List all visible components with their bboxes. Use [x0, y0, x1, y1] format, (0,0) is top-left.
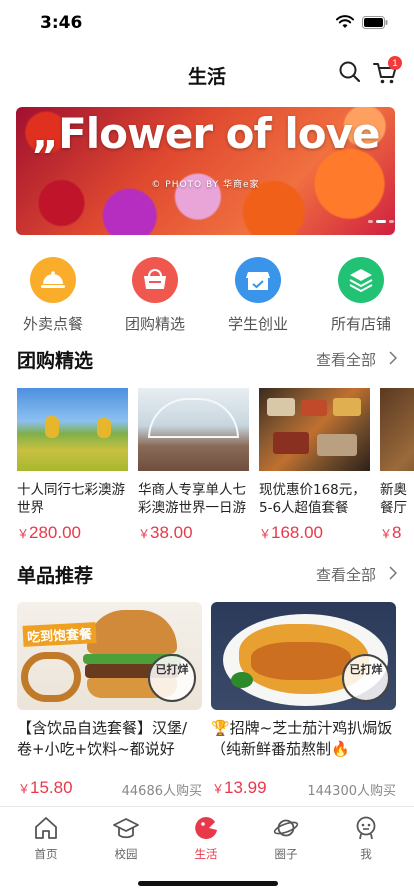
- category-group-buy[interactable]: 团购精选: [105, 257, 205, 334]
- food-tray: [267, 398, 295, 416]
- group-buy-card[interactable]: 现优惠价168元，5-6人超值套餐 ￥168.00: [259, 388, 370, 543]
- products-see-all[interactable]: 查看全部: [316, 564, 376, 585]
- home-icon: [35, 817, 57, 839]
- group-buy-card[interactable]: 十人同行七彩澳游世界 ￥280.00: [17, 388, 128, 543]
- tab-me[interactable]: 我: [336, 815, 396, 862]
- status-time: 3:46: [40, 13, 83, 33]
- group-buy-price: ￥38.00: [138, 523, 193, 542]
- category-label: 外卖点餐: [22, 315, 83, 333]
- product-image: 已打烊: [211, 602, 396, 710]
- layers-icon: [338, 257, 384, 303]
- food-tray: [273, 432, 309, 454]
- tab-life[interactable]: 生活: [176, 815, 236, 862]
- category-label: 团购精选: [124, 315, 185, 333]
- tab-label: 生活: [194, 847, 218, 861]
- product-image: 吃到饱套餐 已打烊: [17, 602, 202, 710]
- product-sold-count: 144300人购买: [307, 784, 396, 799]
- banner-pagination: [368, 220, 394, 224]
- shopping-basket-icon: [132, 257, 178, 303]
- product-sold-count: 44686人购买: [121, 784, 202, 799]
- group-buy-name: 现优惠价168元，5-6人超值套餐: [259, 482, 366, 516]
- group-buy-image: [17, 388, 128, 471]
- burger-bun: [87, 610, 177, 654]
- home-indicator: [138, 881, 278, 886]
- onion-rings: [21, 652, 81, 702]
- product-footer: ￥15.80 44686人购买: [17, 778, 202, 799]
- category-student-startup[interactable]: 学生创业: [208, 257, 308, 334]
- product-price: ￥13.99: [212, 778, 267, 797]
- category-takeout[interactable]: 外卖点餐: [3, 257, 103, 334]
- life-icon: [195, 817, 217, 839]
- product-price: ￥15.80: [18, 778, 73, 797]
- products-title: 单品推荐: [17, 565, 94, 587]
- group-buy-image: [380, 388, 414, 471]
- banner-title: „Flower of love: [31, 109, 380, 158]
- search-icon[interactable]: [338, 60, 362, 84]
- group-buy-title: 团购精选: [17, 350, 94, 372]
- group-buy-image: [138, 388, 249, 471]
- nav-bar: 生活 1: [0, 48, 414, 98]
- group-buy-price: ￥8: [380, 523, 402, 542]
- campus-icon: [113, 818, 139, 839]
- food-tray: [301, 400, 327, 416]
- group-buy-price: ￥168.00: [259, 523, 324, 542]
- tab-home[interactable]: 首页: [16, 815, 76, 862]
- closed-stamp: 已打烊: [148, 654, 196, 702]
- product-card[interactable]: 已打烊 🏆招牌~芝士茄汁鸡扒焗饭（纯新鲜番茄熬制🔥 ￥13.99 144300人…: [211, 602, 396, 799]
- mascot-figure: [45, 416, 59, 438]
- group-buy-card[interactable]: 华商人专享单人七彩澳游世界一日游 ￥38.00: [138, 388, 249, 543]
- wifi-icon: [336, 15, 354, 28]
- product-overlay-label: 吃到饱套餐: [22, 622, 97, 647]
- category-all-stores[interactable]: 所有店铺: [311, 257, 411, 334]
- banner-dot-active: [376, 220, 386, 223]
- planet-icon: [273, 819, 299, 837]
- profile-icon: [356, 816, 376, 840]
- food-tray: [333, 398, 361, 416]
- chevron-right-icon[interactable]: [389, 566, 397, 580]
- category-label: 所有店铺: [330, 315, 391, 333]
- status-bar: 3:46: [0, 0, 414, 48]
- store-icon: [235, 257, 281, 303]
- group-buy-name: 新奥餐厅: [380, 482, 407, 516]
- group-buy-image: [259, 388, 370, 471]
- broccoli: [231, 672, 253, 688]
- product-name: 【含饮品自选套餐】汉堡/卷+小吃+饮料~都说好吃...: [17, 719, 188, 758]
- group-buy-card[interactable]: 新奥餐厅 ￥8: [380, 388, 414, 543]
- closed-stamp: 已打烊: [342, 654, 390, 702]
- tab-campus[interactable]: 校园: [96, 815, 156, 862]
- product-card[interactable]: 吃到饱套餐 已打烊 【含饮品自选套餐】汉堡/卷+小吃+饮料~都说好吃... ￥1…: [17, 602, 202, 799]
- cart-badge: 1: [388, 56, 402, 70]
- mascot-figure: [97, 418, 111, 438]
- product-footer: ￥13.99 144300人购买: [211, 778, 396, 799]
- group-buy-price: ￥280.00: [17, 523, 82, 542]
- banner-dot: [368, 220, 373, 223]
- tab-label: 圈子: [274, 847, 298, 861]
- food-tray: [317, 434, 357, 456]
- glass-arch: [148, 398, 239, 438]
- battery-icon: [362, 16, 388, 29]
- tab-label: 首页: [34, 847, 58, 861]
- group-buy-see-all[interactable]: 查看全部: [316, 349, 376, 370]
- chevron-right-icon[interactable]: [389, 351, 397, 365]
- promo-banner[interactable]: „Flower of love © PHOTO BY 华商e家: [16, 107, 395, 235]
- product-name: 🏆招牌~芝士茄汁鸡扒焗饭（纯新鲜番茄熬制🔥: [211, 719, 393, 758]
- group-buy-name: 华商人专享单人七彩澳游世界一日游: [138, 482, 246, 516]
- tomato-sauce: [251, 642, 351, 680]
- takeout-icon: [30, 257, 76, 303]
- tab-label: 校园: [114, 847, 138, 861]
- category-label: 学生创业: [227, 315, 288, 333]
- group-buy-name: 十人同行七彩澳游世界: [17, 482, 125, 516]
- banner-dot: [389, 220, 394, 223]
- tab-circle[interactable]: 圈子: [256, 815, 316, 862]
- tab-label: 我: [360, 847, 372, 861]
- banner-subtitle: © PHOTO BY 华商e家: [151, 180, 260, 190]
